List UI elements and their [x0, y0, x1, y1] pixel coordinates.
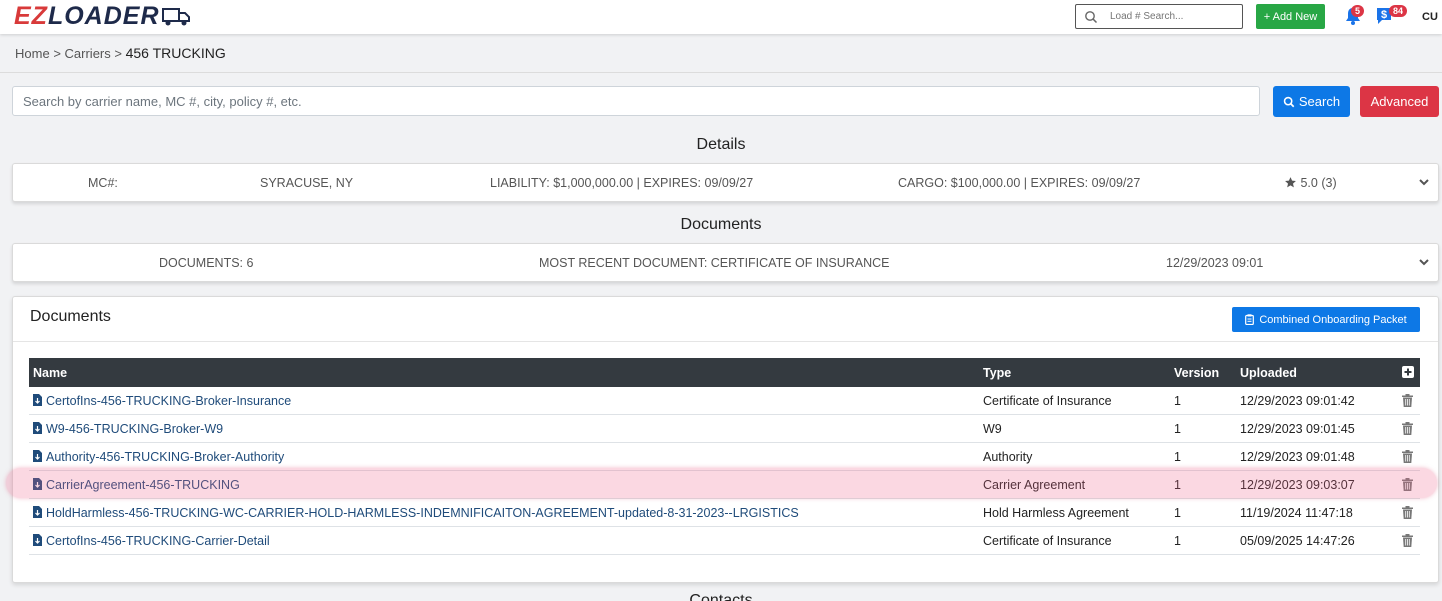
document-link[interactable]: W9-456-TRUCKING-Broker-W9 — [33, 422, 223, 436]
document-type: Certificate of Insurance — [983, 534, 1112, 548]
documents-panel: Documents Combined Onboarding Packet Nam… — [12, 296, 1439, 583]
documents-heading: Documents — [680, 216, 762, 233]
most-recent-date: 12/29/2023 09:01 — [1166, 256, 1264, 270]
document-link[interactable]: HoldHarmless-456-TRUCKING-WC-CARRIER-HOL… — [33, 506, 799, 520]
trash-icon[interactable] — [1402, 394, 1413, 407]
table-header: Name Type Version Uploaded — [29, 358, 1420, 387]
breadcrumb-carriers[interactable]: Carriers — [65, 46, 111, 61]
breadcrumb-separator: > — [114, 46, 122, 61]
file-download-icon — [33, 506, 42, 518]
document-version: 1 — [1174, 506, 1181, 520]
document-type: Certificate of Insurance — [983, 394, 1112, 408]
chevron-down-icon[interactable] — [1418, 176, 1430, 188]
documents-table: Name Type Version Uploaded CertofIns-456… — [29, 358, 1420, 555]
carrier-search-input[interactable] — [23, 93, 1249, 109]
load-search-field[interactable] — [1075, 4, 1243, 29]
mc-number: MC#: — [88, 176, 118, 190]
file-download-icon — [33, 534, 42, 546]
document-uploaded: 12/29/2023 09:01:45 — [1240, 422, 1355, 436]
trash-icon[interactable] — [1402, 478, 1413, 491]
document-uploaded: 12/29/2023 09:01:42 — [1240, 394, 1355, 408]
svg-text:$: $ — [1381, 9, 1387, 21]
file-download-icon — [33, 394, 42, 406]
table-row: Authority-456-TRUCKING-Broker-Authority … — [29, 443, 1420, 471]
document-link[interactable]: CarrierAgreement-456-TRUCKING — [33, 478, 240, 492]
column-header-version[interactable]: Version — [1174, 366, 1219, 380]
column-header-uploaded[interactable]: Uploaded — [1240, 366, 1297, 380]
table-row: W9-456-TRUCKING-Broker-W9 W9 1 12/29/202… — [29, 415, 1420, 443]
table-row: CertofIns-456-TRUCKING-Carrier-Detail Ce… — [29, 527, 1420, 555]
trash-icon[interactable] — [1402, 534, 1413, 547]
breadcrumb-separator: > — [53, 46, 61, 61]
breadcrumb-home[interactable]: Home — [15, 46, 50, 61]
breadcrumb: Home > Carriers > 456 TRUCKING — [15, 45, 226, 61]
column-header-type[interactable]: Type — [983, 366, 1011, 380]
file-download-icon — [33, 478, 42, 490]
search-icon — [1283, 96, 1295, 107]
add-document-icon[interactable] — [1402, 366, 1414, 378]
chevron-down-icon[interactable] — [1418, 256, 1430, 268]
documents-panel-title: Documents — [30, 308, 111, 325]
table-row: HoldHarmless-456-TRUCKING-WC-CARRIER-HOL… — [29, 499, 1420, 527]
rating-value: 5.0 (3) — [1300, 176, 1337, 190]
document-uploaded: 12/29/2023 09:01:48 — [1240, 450, 1355, 464]
document-link[interactable]: CertofIns-456-TRUCKING-Carrier-Detail — [33, 534, 270, 548]
liability-insurance: LIABILITY: $1,000,000.00 | EXPIRES: 09/0… — [490, 176, 754, 190]
packet-button-label: Combined Onboarding Packet — [1259, 313, 1407, 326]
documents-summary-card[interactable]: DOCUMENTS: 6 MOST RECENT DOCUMENT: CERTI… — [12, 243, 1439, 282]
document-link[interactable]: Authority-456-TRUCKING-Broker-Authority — [33, 450, 284, 464]
table-row: CarrierAgreement-456-TRUCKING Carrier Ag… — [29, 471, 1420, 499]
divider — [0, 72, 1442, 73]
documents-panel-header: Documents Combined Onboarding Packet — [13, 297, 1438, 342]
breadcrumb-current: 456 TRUCKING — [125, 45, 226, 61]
cargo-insurance: CARGO: $100,000.00 | EXPIRES: 09/09/27 — [898, 176, 1141, 190]
combined-onboarding-packet-button[interactable]: Combined Onboarding Packet — [1232, 307, 1420, 332]
details-card[interactable]: MC#: SYRACUSE, NY LIABILITY: $1,000,000.… — [12, 163, 1439, 202]
trash-icon[interactable] — [1402, 422, 1413, 435]
load-search-input[interactable] — [1110, 11, 1240, 22]
top-navbar: EZLOADER + Add New 5 $ 84 CU — [0, 0, 1442, 34]
contacts-heading: Contacts — [689, 592, 753, 601]
star-icon — [1285, 177, 1296, 188]
file-download-icon — [33, 422, 42, 434]
document-link[interactable]: CertofIns-456-TRUCKING-Broker-Insurance — [33, 394, 291, 408]
advanced-search-button[interactable]: Advanced — [1360, 86, 1439, 117]
column-header-name[interactable]: Name — [33, 366, 67, 380]
carrier-rating: 5.0 (3) — [1284, 176, 1337, 190]
clipboard-icon — [1245, 314, 1255, 325]
notifications-badge: 5 — [1351, 5, 1365, 17]
document-version: 1 — [1174, 478, 1181, 492]
document-type: Hold Harmless Agreement — [983, 506, 1129, 520]
document-uploaded: 05/09/2025 14:47:26 — [1240, 534, 1355, 548]
document-type: W9 — [983, 422, 1002, 436]
search-button-label: Search — [1298, 94, 1341, 109]
add-new-button[interactable]: + Add New — [1256, 4, 1325, 29]
app-logo[interactable]: EZLOADER — [14, 3, 191, 29]
logo-text: EZLOADER — [14, 2, 160, 30]
document-type: Authority — [983, 450, 1033, 464]
search-button[interactable]: Search — [1273, 86, 1350, 117]
document-version: 1 — [1174, 394, 1181, 408]
most-recent-document: MOST RECENT DOCUMENT: CERTIFICATE OF INS… — [539, 256, 890, 270]
carrier-location: SYRACUSE, NY — [260, 176, 354, 190]
table-row: CertofIns-456-TRUCKING-Broker-Insurance … — [29, 387, 1420, 415]
document-uploaded: 11/19/2024 11:47:18 — [1240, 506, 1353, 520]
billing-badge: 84 — [1389, 5, 1408, 17]
user-avatar[interactable]: CU — [1419, 7, 1441, 27]
document-uploaded: 12/29/2023 09:03:07 — [1240, 478, 1355, 492]
document-type: Carrier Agreement — [983, 478, 1086, 492]
file-download-icon — [33, 450, 42, 462]
carrier-search-field[interactable] — [12, 86, 1260, 116]
document-version: 1 — [1174, 534, 1181, 548]
search-icon — [1085, 10, 1098, 23]
document-version: 1 — [1174, 450, 1181, 464]
trash-icon[interactable] — [1402, 450, 1413, 463]
trash-icon[interactable] — [1402, 506, 1413, 519]
documents-count: DOCUMENTS: 6 — [159, 256, 254, 270]
details-heading: Details — [696, 136, 746, 153]
truck-icon — [161, 8, 190, 26]
document-version: 1 — [1174, 422, 1181, 436]
